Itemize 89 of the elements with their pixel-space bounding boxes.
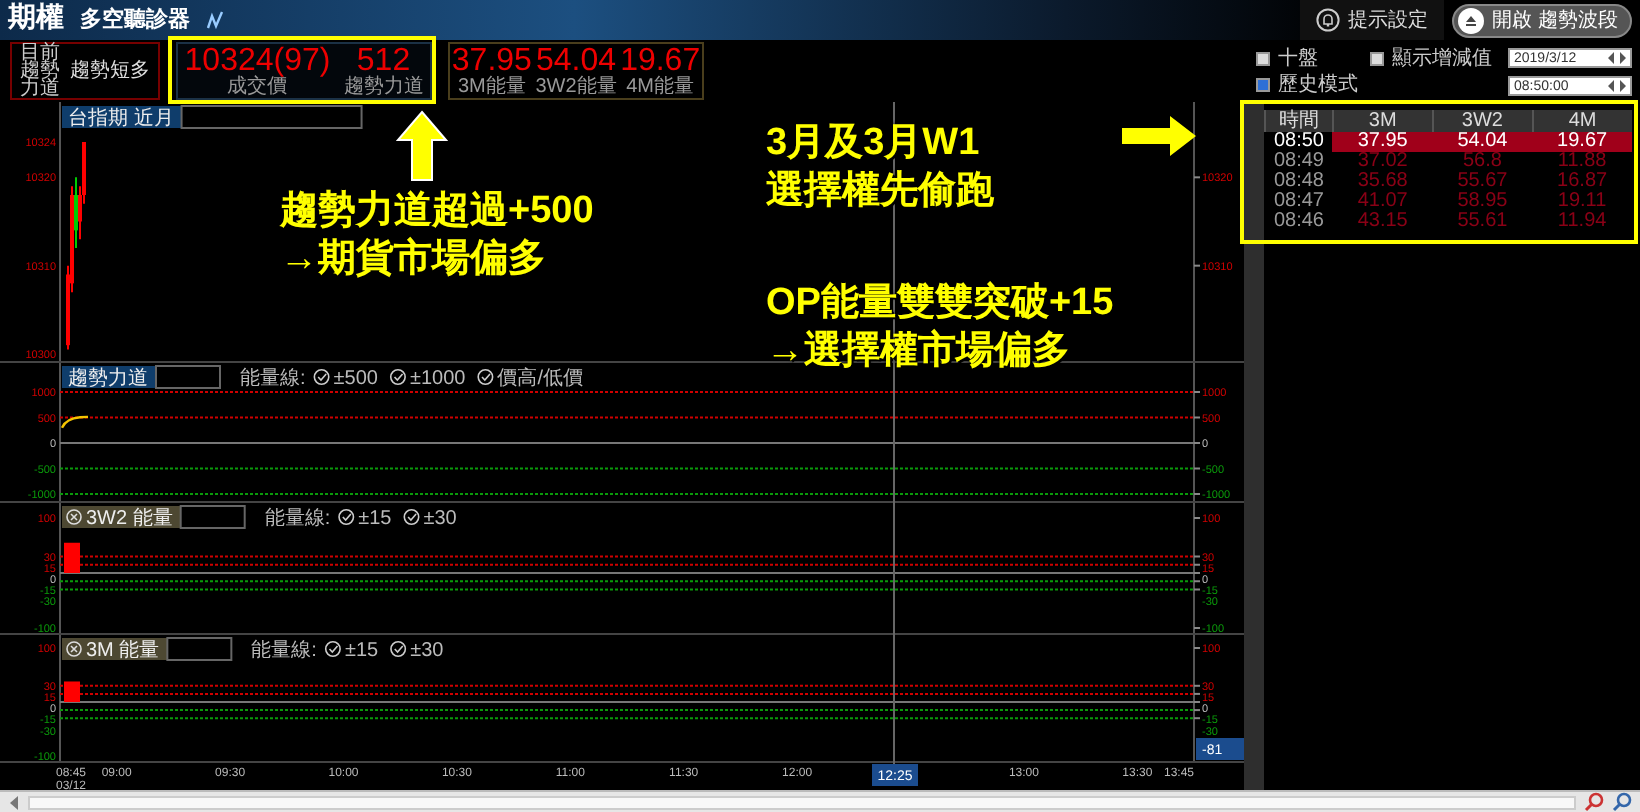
status-label-line: 力道 xyxy=(20,80,62,98)
metric-label: 3M能量 xyxy=(457,78,526,98)
table-cell-text: 16.87 xyxy=(1555,172,1610,192)
column-header[interactable]: 3M xyxy=(1332,110,1433,132)
check-circle-icon[interactable] xyxy=(389,369,406,385)
legend-text: ±30 xyxy=(423,508,457,530)
table-cell-text: 58.95 xyxy=(1455,192,1510,212)
alert-settings-button[interactable]: 提示設定 xyxy=(1300,0,1445,40)
check-circle-icon[interactable] xyxy=(338,509,355,525)
panel-tab[interactable]: 3M 能量 xyxy=(62,638,168,662)
up-arrow-icon xyxy=(396,110,448,182)
metric-value: 37.95 xyxy=(451,44,532,78)
metric-value: 19.67 xyxy=(620,44,701,78)
panel-input-field[interactable] xyxy=(179,505,246,529)
table-cell: 54.04 xyxy=(1432,132,1533,152)
annotation-text: 趨勢力道超過+500 →期貨市場偏多 xyxy=(280,188,594,283)
table-cell-text: 08:48 xyxy=(1271,172,1326,192)
scroll-left-icon[interactable] xyxy=(8,795,20,809)
eject-icon xyxy=(1458,8,1485,34)
legend-text: ±15 xyxy=(344,640,379,662)
legend-text: ±30 xyxy=(410,640,444,662)
panel-input-field[interactable] xyxy=(155,365,221,389)
table-cell-text: 55.67 xyxy=(1455,172,1510,192)
metric-label: 4M能量 xyxy=(626,78,695,98)
app-subtitle: 多空聽診器 xyxy=(80,7,190,33)
annotation-text: 3月及3月W1 選擇權先偷跑 xyxy=(766,120,994,215)
check-circle-icon[interactable] xyxy=(324,641,341,657)
check-circle-icon[interactable] xyxy=(403,509,420,525)
annotation-text: OP能量雙雙突破+15 →選擇權市場偏多 xyxy=(766,280,1114,375)
check-circle-icon[interactable] xyxy=(313,369,330,385)
energy-bar xyxy=(64,542,80,573)
bell-icon xyxy=(1316,8,1341,32)
legend-text: ±500 xyxy=(333,368,378,390)
table-cell-text: 08:46 xyxy=(1271,212,1326,232)
legend-label: 能量線: xyxy=(240,368,306,390)
column-header[interactable]: 4M xyxy=(1532,110,1632,132)
right-arrow-icon xyxy=(1122,116,1198,156)
panel-tab[interactable]: 台指期 近月 xyxy=(62,106,182,130)
column-header[interactable]: 3W2 xyxy=(1432,110,1533,132)
table-cell: 37.02 xyxy=(1332,152,1433,172)
table-cell: 19.67 xyxy=(1532,132,1632,152)
table-cell-text: 19.11 xyxy=(1555,192,1609,212)
checkbox-option[interactable]: 顯示增減值 xyxy=(1370,47,1492,69)
table-cell: 11.88 xyxy=(1532,152,1632,172)
trend-toggle-button[interactable]: 開啟 趨勢波段 xyxy=(1452,4,1632,38)
table-cell-text: 08:47 xyxy=(1271,192,1326,212)
spin-arrows-icon[interactable] xyxy=(1608,51,1626,64)
metric-value: 512 xyxy=(356,44,411,78)
energy-bar xyxy=(64,681,80,702)
table-cell: 37.95 xyxy=(1332,132,1433,152)
app-title: 期權 xyxy=(8,4,64,36)
close-icon[interactable] xyxy=(66,509,82,525)
table-cell-text: 41.07 xyxy=(1355,192,1410,212)
metric-value: 10324(97) xyxy=(184,44,331,78)
trend-status-value: 趨勢短多 xyxy=(70,60,150,82)
trend-line xyxy=(60,415,89,429)
metric-label: 趨勢力道 xyxy=(343,78,424,98)
spin-arrows-icon[interactable] xyxy=(1608,79,1626,92)
legend-text: ±15 xyxy=(358,508,392,530)
check-circle-icon[interactable] xyxy=(477,369,494,385)
panel-input-field[interactable] xyxy=(166,637,233,661)
legend-text: 價高/低價 xyxy=(497,368,583,390)
panel-tab[interactable]: 3W2 能量 xyxy=(62,506,181,530)
table-cell: 56.8 xyxy=(1432,152,1533,172)
vertical-scrollbar[interactable] xyxy=(1244,102,1264,790)
table-cell-text: 35.68 xyxy=(1355,172,1410,192)
magnifier-icon[interactable] xyxy=(1584,792,1604,812)
panel-tab[interactable]: 趨勢力道 xyxy=(62,366,156,390)
metric-value: 54.04 xyxy=(535,44,617,78)
panel-input-field[interactable] xyxy=(180,105,363,129)
legend-label: 能量線: xyxy=(251,640,317,662)
metric-label: 成交價 xyxy=(227,78,288,98)
check-circle-icon[interactable] xyxy=(390,641,407,657)
close-icon[interactable] xyxy=(66,641,82,657)
table-cell: 08:50 xyxy=(1265,132,1333,152)
table-cell-text: 43.15 xyxy=(1355,212,1410,232)
checkbox-option[interactable]: 十盤 xyxy=(1256,47,1358,69)
status-label-line: 目前 xyxy=(20,44,62,62)
table-cell-text: 11.94 xyxy=(1555,212,1609,232)
metric-label: 3W2能量 xyxy=(535,78,617,98)
magnifier-icon[interactable] xyxy=(1612,792,1632,812)
table-cell-text: 55.61 xyxy=(1455,212,1510,232)
status-label-line: 趨勢 xyxy=(20,62,62,80)
column-header[interactable]: 時間 xyxy=(1265,110,1333,132)
legend-text: ±1000 xyxy=(409,368,466,390)
checkbox-option[interactable]: 歷史模式 xyxy=(1256,73,1358,95)
logo-mark-icon xyxy=(206,10,226,30)
legend-label: 能量線: xyxy=(264,508,331,530)
table-cell: 08:49 xyxy=(1265,152,1333,172)
